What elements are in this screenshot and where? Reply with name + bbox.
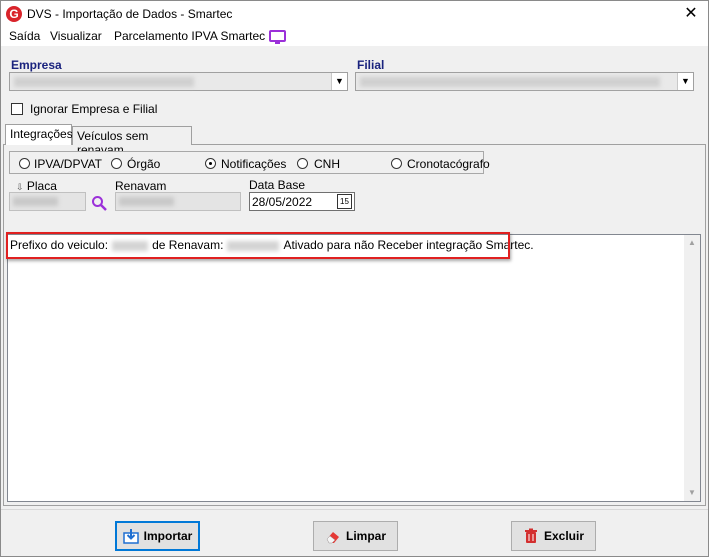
excluir-button-label: Excluir: [543, 529, 585, 543]
radio-orgao-label: Órgão: [127, 157, 161, 171]
radio-cronotacografo[interactable]: [391, 158, 402, 169]
empresa-select[interactable]: ▼: [9, 72, 348, 91]
title-bar: G DVS - Importação de Dados - Smartec ✕: [1, 1, 708, 27]
radio-notificacoes[interactable]: [205, 158, 216, 169]
placa-input[interactable]: [9, 192, 86, 211]
window-title: DVS - Importação de Dados - Smartec: [27, 7, 233, 21]
eraser-icon: [326, 532, 339, 544]
menu-saida[interactable]: Saída: [9, 29, 40, 43]
filial-value-redacted: [360, 77, 660, 87]
app-logo-icon: G: [6, 6, 22, 22]
placa-label: ⇩ Placa: [16, 179, 57, 193]
limpar-button[interactable]: Limpar: [313, 521, 398, 551]
search-icon[interactable]: [91, 195, 107, 211]
calendar-icon[interactable]: 15: [337, 194, 352, 209]
renavam-input[interactable]: [115, 192, 241, 211]
excluir-button[interactable]: Excluir: [511, 521, 596, 551]
radio-cnh[interactable]: [297, 158, 308, 169]
renavam-label: Renavam: [115, 179, 167, 193]
import-icon: [122, 529, 139, 544]
scroll-up-icon[interactable]: ▲: [684, 235, 700, 251]
tab-veiculos-sem-renavam[interactable]: Veículos sem renavam: [72, 126, 192, 157]
empresa-label: Empresa: [11, 58, 62, 72]
menu-bar: Saída Visualizar Parcelamento IPVA Smart…: [1, 27, 708, 46]
placa-value-redacted: [13, 197, 58, 206]
scroll-down-icon[interactable]: ▼: [684, 485, 700, 501]
trash-icon: [524, 528, 537, 543]
ignorar-empresa-checkbox[interactable]: [11, 103, 23, 115]
radio-cronotacografo-label: Cronotacógrafo: [407, 157, 490, 171]
close-button[interactable]: ✕: [674, 1, 708, 27]
ignorar-empresa-label: Ignorar Empresa e Filial: [30, 102, 158, 116]
integration-type-radio-group: IPVA/DPVAT Órgão Notificações CNH Cronot…: [9, 151, 490, 174]
log-textarea[interactable]: Prefixo do veiculo: de Renavam: Ativado pa…: [7, 234, 701, 502]
limpar-button-label: Limpar: [345, 529, 386, 543]
vertical-scrollbar[interactable]: ▲ ▼: [684, 235, 700, 501]
radio-orgao[interactable]: [111, 158, 122, 169]
menu-visualizar[interactable]: Visualizar: [50, 29, 102, 43]
chevron-down-icon[interactable]: ▼: [677, 73, 693, 90]
empresa-value-redacted: [14, 77, 194, 87]
radio-notificacoes-label: Notificações: [221, 157, 287, 171]
renavam-value-redacted: [119, 197, 174, 206]
data-base-value: 28/05/2022: [252, 195, 313, 209]
app-window: G DVS - Importação de Dados - Smartec ✕ …: [0, 0, 709, 557]
menu-parcelamento-ipva[interactable]: Parcelamento IPVA Smartec: [114, 29, 265, 43]
radio-ipva-dpvat[interactable]: [19, 158, 30, 169]
data-base-input[interactable]: 28/05/2022 15: [249, 192, 355, 211]
importar-button[interactable]: Importar: [115, 521, 200, 551]
sort-down-icon: ⇩: [16, 182, 24, 192]
placa-label-text: Placa: [26, 179, 57, 193]
filial-select[interactable]: ▼: [355, 72, 694, 91]
radio-cnh-label: CNH: [314, 157, 340, 171]
chevron-down-icon[interactable]: ▼: [331, 73, 347, 90]
tv-icon[interactable]: [269, 30, 286, 44]
filial-label: Filial: [357, 58, 385, 72]
radio-ipva-dpvat-label: IPVA/DPVAT: [34, 157, 103, 171]
tab-integracoes[interactable]: Integrações: [5, 124, 73, 145]
highlight-annotation: [6, 232, 510, 259]
data-base-label: Data Base: [249, 178, 306, 192]
importar-button-label: Importar: [143, 529, 193, 543]
